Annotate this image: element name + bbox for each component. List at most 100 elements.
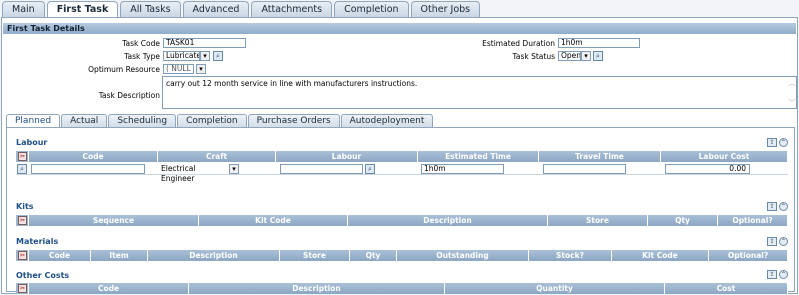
col-kit-code: Kit Code — [612, 250, 709, 261]
export-icon[interactable]: ⇪ — [767, 202, 777, 211]
task-type-select[interactable]: Lubricate — [163, 51, 200, 61]
tab-other-jobs[interactable]: Other Jobs — [410, 1, 481, 17]
kits-title: Kits — [16, 202, 34, 211]
col-description: Description — [148, 250, 280, 261]
tab-planned[interactable]: Planned — [6, 114, 61, 127]
task-code-label: Task Code — [122, 39, 160, 48]
remove-col: ✂ — [16, 215, 29, 226]
tab-all-tasks[interactable]: All Tasks — [120, 1, 181, 17]
planning-tab-bar: Planned Actual Scheduling Completion Pur… — [6, 114, 434, 127]
labour-title: Labour — [16, 138, 48, 147]
task-description-label: Task Description — [98, 91, 160, 100]
labour-cost-input[interactable]: 0.00 — [665, 164, 750, 174]
col-code: Code — [29, 283, 189, 294]
other-costs-toolbar: ⇪ ⌃ — [767, 270, 788, 279]
remove-row-icon[interactable]: ✂ — [18, 216, 27, 225]
chevron-down-icon[interactable]: ▾ — [581, 51, 591, 61]
estimated-duration-input[interactable]: 1h0m — [558, 38, 640, 48]
labour-toolbar: ⇪ ⌃ — [767, 138, 788, 147]
col-stock: Stock? — [529, 250, 612, 261]
col-sequence: Sequence — [29, 215, 199, 226]
chevron-down-icon[interactable]: ▾ — [200, 51, 210, 61]
col-travel-time: Travel Time — [539, 151, 661, 162]
labour-code-input[interactable] — [31, 164, 145, 174]
col-optional: Optional? — [718, 215, 788, 226]
section-header: First Task Details — [3, 23, 796, 34]
export-icon[interactable]: ⇪ — [767, 138, 777, 147]
remove-col: ✂ — [16, 250, 29, 261]
optimum-resource-label: Optimum Resource — [88, 65, 160, 74]
chevron-down-icon[interactable]: ▾ — [196, 64, 206, 74]
tab-actual[interactable]: Actual — [61, 114, 108, 127]
remove-row-icon[interactable]: ✂ — [18, 251, 27, 260]
task-code-input[interactable]: TASK01 — [163, 38, 246, 48]
tab-scheduling[interactable]: Scheduling — [108, 114, 177, 127]
kits-toolbar: ⇪ ⌃ — [767, 202, 788, 211]
optimum-resource-select[interactable]: ( NULL ) — [163, 64, 194, 74]
other-costs-header: ✂ Code Description Quantity Cost — [16, 283, 788, 294]
materials-header: ✂ Code Item Description Store Qty Outsta… — [16, 250, 788, 261]
export-icon[interactable]: ⇪ — [767, 237, 777, 246]
col-kit-code: Kit Code — [199, 215, 348, 226]
collapse-up-icon[interactable]: ⌃ — [779, 270, 788, 279]
col-code: Code — [29, 250, 91, 261]
remove-col: ✂ — [16, 151, 29, 162]
col-craft: Craft — [158, 151, 276, 162]
scroll-down-icon[interactable]: ﹀ — [788, 98, 796, 108]
main-tab-bar: Main First Task All Tasks Advanced Attac… — [2, 1, 481, 18]
col-estimated-time: Estimated Time — [418, 151, 539, 162]
col-description: Description — [189, 283, 445, 294]
task-status-select[interactable]: Open — [558, 51, 581, 61]
tab-attachments[interactable]: Attachments — [251, 1, 333, 17]
tab-first-task[interactable]: First Task — [46, 1, 119, 18]
tab-completion[interactable]: Completion — [177, 114, 247, 127]
magnifier-icon[interactable]: ⌕ — [593, 51, 603, 61]
col-labour-cost: Labour Cost — [661, 151, 788, 162]
task-description-textarea[interactable]: carry out 12 month service in line with … — [162, 76, 797, 109]
kits-header: ✂ Sequence Kit Code Description Store Qt… — [16, 215, 788, 226]
labour-row: ⌕ Electrical Engineer ▾ ⌕ 1h0m 0.00 — [16, 163, 788, 183]
magnifier-icon[interactable]: ⌕ — [17, 164, 27, 174]
col-labour: Labour — [276, 151, 418, 162]
col-outstanding: Outstanding — [397, 250, 529, 261]
scroll-up-icon[interactable]: ︿ — [788, 78, 796, 88]
task-description-text: carry out 12 month service in line with … — [166, 79, 418, 88]
labour-travel-time-input[interactable] — [543, 164, 626, 174]
col-optional: Optional? — [709, 250, 788, 261]
tab-main[interactable]: Main — [2, 1, 45, 17]
collapse-up-icon[interactable]: ⌃ — [779, 202, 788, 211]
magnifier-icon[interactable]: ⌕ — [213, 51, 223, 61]
task-status-label: Task Status — [512, 52, 555, 61]
remove-col: ✂ — [16, 283, 29, 294]
first-task-panel: First Task Details Task Code TASK01 Task… — [1, 17, 798, 294]
chevron-down-icon[interactable]: ▾ — [229, 164, 239, 174]
materials-toolbar: ⇪ ⌃ — [767, 237, 788, 246]
col-description: Description — [348, 215, 548, 226]
estimated-duration-label: Estimated Duration — [482, 39, 555, 48]
task-type-label: Task Type — [124, 52, 160, 61]
tab-purchase-orders[interactable]: Purchase Orders — [247, 114, 340, 127]
magnifier-icon[interactable]: ⌕ — [365, 164, 375, 174]
planned-panel: Labour ⇪ ⌃ ✂ Code Craft Labour Estimated… — [6, 127, 795, 294]
remove-row-icon[interactable]: ✂ — [18, 284, 27, 293]
tab-autodeployment[interactable]: Autodeployment — [340, 114, 434, 127]
collapse-up-icon[interactable]: ⌃ — [779, 138, 788, 147]
col-cost: Cost — [665, 283, 788, 294]
col-store: Store — [548, 215, 648, 226]
col-store: Store — [280, 250, 350, 261]
labour-labour-input[interactable] — [280, 164, 363, 174]
labour-header: ✂ Code Craft Labour Estimated Time Trave… — [16, 151, 788, 162]
col-item: Item — [91, 250, 148, 261]
tab-advanced[interactable]: Advanced — [182, 1, 250, 17]
labour-estimated-time-input[interactable]: 1h0m — [421, 164, 504, 174]
tab-completion[interactable]: Completion — [334, 1, 409, 17]
col-code: Code — [29, 151, 158, 162]
other-costs-title: Other Costs — [16, 271, 70, 280]
export-icon[interactable]: ⇪ — [767, 270, 777, 279]
col-qty: Qty — [648, 215, 718, 226]
collapse-up-icon[interactable]: ⌃ — [779, 237, 788, 246]
materials-title: Materials — [16, 237, 59, 246]
col-qty: Qty — [350, 250, 397, 261]
labour-craft-value: Electrical Engineer — [161, 164, 196, 183]
remove-row-icon[interactable]: ✂ — [18, 152, 27, 161]
